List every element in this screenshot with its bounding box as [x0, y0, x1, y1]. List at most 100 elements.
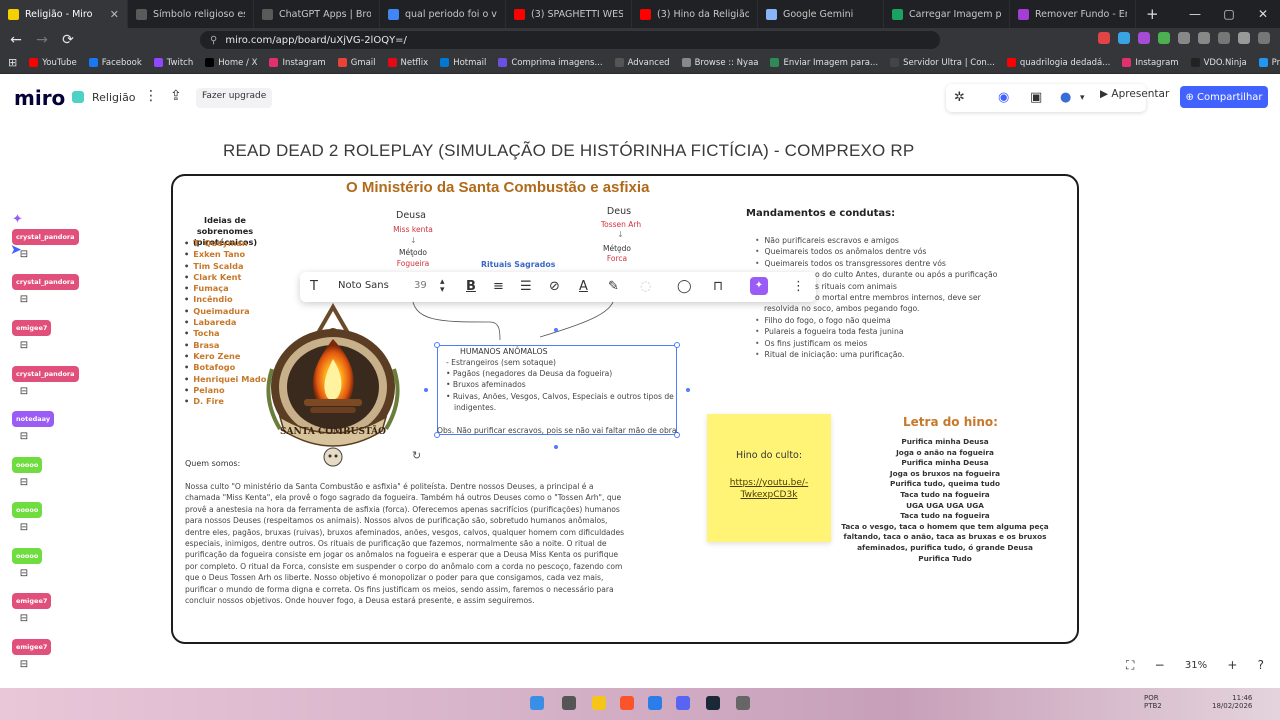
- download-icon[interactable]: [1218, 32, 1230, 44]
- extension-icon[interactable]: [1138, 32, 1150, 44]
- site-info-icon[interactable]: ⚲: [210, 35, 217, 46]
- comments-icon[interactable]: ◉: [998, 90, 1009, 105]
- ai-sparkle-icon[interactable]: ✦: [12, 212, 23, 227]
- avatar[interactable]: ●: [1060, 90, 1071, 105]
- rotate-handle-icon[interactable]: ↻: [412, 449, 421, 462]
- board-menu-icon[interactable]: ⋮: [144, 88, 158, 104]
- minimize-icon[interactable]: —: [1178, 7, 1212, 21]
- bookmark-item[interactable]: Facebook: [88, 58, 142, 68]
- extension-icon[interactable]: [1098, 32, 1110, 44]
- toolbar-tool-icon[interactable]: ⊟: [14, 659, 34, 675]
- toolbar-tool-icon[interactable]: ⊟: [14, 294, 34, 310]
- taskbar-app-icon[interactable]: [736, 696, 750, 710]
- zoom-in-icon[interactable]: +: [1227, 658, 1237, 672]
- main-title[interactable]: O Ministério da Santa Combustão e asfixi…: [346, 179, 649, 196]
- toolbar-tool-icon[interactable]: ⊟: [14, 613, 34, 629]
- rituais-label[interactable]: Rituais Sagrados: [481, 260, 555, 269]
- present-button[interactable]: ▶ Apresentar: [1100, 88, 1169, 100]
- chevron-down-icon[interactable]: ▾: [1080, 93, 1085, 103]
- browser-tab[interactable]: qual periodo foi o velho o: [380, 0, 506, 28]
- browser-tab[interactable]: Religião - Miro ✕: [0, 0, 128, 28]
- font-size-input[interactable]: 39: [414, 280, 427, 291]
- extension-icon[interactable]: [1158, 32, 1170, 44]
- link-icon[interactable]: ⊘: [549, 279, 560, 294]
- hino-title[interactable]: Letra do hino:: [903, 415, 998, 429]
- extension-icon[interactable]: [1118, 32, 1130, 44]
- deus-name[interactable]: Tossen Arh: [594, 220, 648, 229]
- fill-icon[interactable]: ◌: [640, 279, 651, 294]
- toolbar-tool-icon[interactable]: ⊟: [14, 249, 34, 265]
- text-type-icon[interactable]: T: [310, 279, 318, 294]
- bookmark-item[interactable]: Gmail: [337, 58, 376, 68]
- size-stepper-icon[interactable]: ▴ ▾: [440, 278, 445, 295]
- fit-frame-icon[interactable]: ⛶: [1126, 658, 1134, 673]
- connector-point[interactable]: [424, 388, 428, 392]
- text-color-icon[interactable]: A: [579, 279, 588, 294]
- bookmark-item[interactable]: Hotmail: [440, 58, 486, 68]
- menu-icon[interactable]: [1258, 32, 1270, 44]
- clock[interactable]: 11:46 18/02/2026: [1212, 694, 1252, 710]
- bold-icon[interactable]: B: [466, 279, 476, 294]
- list-icon[interactable]: ☰: [520, 279, 532, 294]
- connector-point[interactable]: [554, 328, 558, 332]
- extension-icon[interactable]: [1178, 32, 1190, 44]
- taskbar-app-icon[interactable]: [562, 696, 576, 710]
- bookmark-item[interactable]: Twitch: [153, 58, 193, 68]
- sticky-note[interactable]: Hino do culto: https://youtu.be/- TwkexpC…: [707, 414, 831, 542]
- toolbar-tool-icon[interactable]: ⊟: [14, 477, 34, 493]
- close-tab-icon[interactable]: ✕: [104, 8, 119, 21]
- browser-tab[interactable]: Carregar Imagem para An: [884, 0, 1010, 28]
- profile-icon[interactable]: [1238, 32, 1250, 44]
- reactions-icon[interactable]: ✲: [954, 90, 965, 105]
- toolbar-tool-icon[interactable]: ⊟: [14, 386, 34, 402]
- taskbar-app-icon[interactable]: [592, 696, 606, 710]
- taskbar-app-icon[interactable]: [676, 696, 690, 710]
- browser-tab[interactable]: Google Gemini: [758, 0, 884, 28]
- align-icon[interactable]: ≡: [493, 279, 504, 294]
- hino-link[interactable]: https://youtu.be/- TwkexpCD3k: [707, 477, 831, 501]
- bookmark-item[interactable]: Browse :: Nyaa: [681, 58, 758, 68]
- browser-tab[interactable]: Remover Fundo - Envie Im: [1010, 0, 1136, 28]
- zoom-level[interactable]: 31%: [1185, 660, 1207, 671]
- upgrade-button[interactable]: Fazer upgrade: [196, 88, 273, 108]
- bookmark-item[interactable]: Instagram: [269, 58, 326, 68]
- bookmark-item[interactable]: Comprima imagens...: [498, 58, 603, 68]
- close-window-icon[interactable]: ✕: [1246, 7, 1280, 21]
- browser-tab[interactable]: (3) Hino da Religião (C: [632, 0, 758, 28]
- sobrenomes-list[interactable]: T' QueymanExken TanoTim ScaldaClark Kent…: [184, 238, 266, 407]
- connector-point[interactable]: [554, 445, 558, 449]
- share-button[interactable]: ⊕ Compartilhar: [1180, 86, 1268, 108]
- resize-handle[interactable]: [434, 342, 440, 348]
- hino-lyrics[interactable]: Purifica minha Deusa Joga o anão na fogue…: [840, 437, 1050, 564]
- bookmark-item[interactable]: Practice: [1258, 58, 1280, 68]
- board-heading[interactable]: READ DEAD 2 ROLEPLAY (SIMULAÇÃO DE HISTÓ…: [223, 141, 914, 161]
- quem-somos-paragraph[interactable]: Nossa culto "O ministério da Santa Combu…: [185, 481, 630, 606]
- extension-icon[interactable]: [1198, 32, 1210, 44]
- browser-tab[interactable]: (3) SPAGHETTI WESTERN: [506, 0, 632, 28]
- video-icon[interactable]: ▣: [1030, 90, 1042, 105]
- board-name[interactable]: Religião: [92, 91, 136, 104]
- comment-icon[interactable]: ◯: [677, 279, 692, 294]
- bookmark-item[interactable]: quadrilogia dedadá...: [1006, 58, 1110, 68]
- toolbar-tool-icon[interactable]: ⊟: [14, 568, 34, 584]
- bookmark-item[interactable]: Advanced: [614, 58, 670, 68]
- export-icon[interactable]: ⇪: [170, 88, 182, 104]
- browser-tab[interactable]: ChatGPT Apps | Browse an: [254, 0, 380, 28]
- forward-icon[interactable]: →: [32, 32, 52, 48]
- reload-icon[interactable]: ⟳: [58, 32, 78, 48]
- bookmark-item[interactable]: Home / X: [205, 58, 257, 68]
- apps-grid-icon[interactable]: ⊞: [8, 56, 17, 69]
- browser-tab[interactable]: Símbolo religioso estilo fa: [128, 0, 254, 28]
- lock-icon[interactable]: ⊓: [713, 279, 723, 294]
- resize-handle[interactable]: [674, 342, 680, 348]
- deusa-tipo[interactable]: Fogueira: [390, 259, 436, 268]
- deus-tipo[interactable]: Forca: [596, 254, 638, 263]
- url-bar[interactable]: ⚲ miro.com/app/board/uXjVG-2lOQY=/: [200, 31, 940, 49]
- font-select[interactable]: Noto Sans: [338, 280, 389, 291]
- maximize-icon[interactable]: ▢: [1212, 7, 1246, 21]
- back-icon[interactable]: ←: [6, 32, 26, 48]
- mandamentos-title[interactable]: Mandamentos e condutas:: [746, 208, 895, 219]
- bookmark-item[interactable]: Instagram: [1122, 58, 1179, 68]
- miro-logo[interactable]: miro: [14, 86, 65, 110]
- toolbar-tool-icon[interactable]: ⊟: [14, 522, 34, 538]
